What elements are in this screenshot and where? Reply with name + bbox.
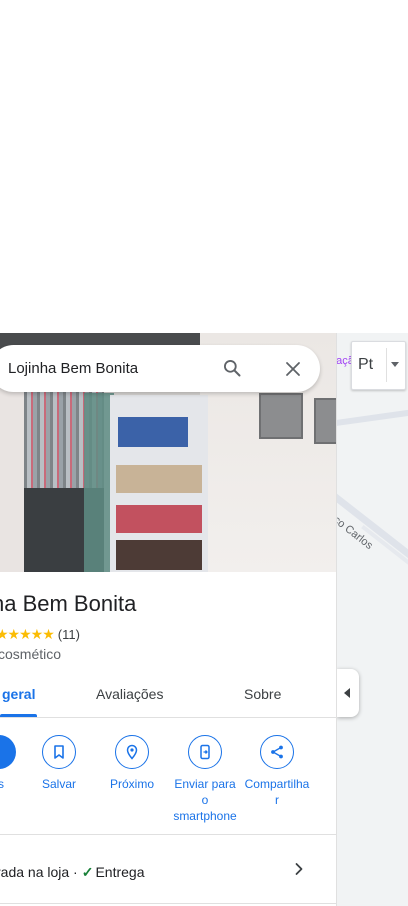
- save-button[interactable]: [42, 735, 76, 769]
- place-title: ha Bem Bonita: [0, 591, 137, 616]
- tab-reviews[interactable]: Avaliações: [96, 686, 163, 702]
- map-road: [336, 404, 408, 428]
- active-tab-indicator: [0, 714, 37, 717]
- search-box[interactable]: Lojinha Bem Bonita: [0, 345, 320, 392]
- photo-product: [116, 465, 202, 493]
- send-label-line: smartphone: [173, 809, 237, 823]
- tab-overview[interactable]: geral: [2, 686, 35, 702]
- directions-label[interactable]: s: [0, 776, 4, 792]
- tab-bar: geral Avaliações Sobre: [0, 673, 336, 718]
- photo-door: [0, 373, 24, 572]
- rating-row[interactable]: ★★★★★ (11): [0, 626, 80, 643]
- share-label-line: Compartilha: [244, 777, 310, 791]
- search-icon[interactable]: [222, 358, 242, 378]
- send-label-line: Enviar para: [174, 777, 236, 791]
- chevron-down-icon[interactable]: [391, 362, 399, 367]
- divider: [0, 834, 336, 835]
- nearby-button[interactable]: [115, 735, 149, 769]
- chevron-left-icon: [344, 688, 350, 698]
- photo-product: [118, 417, 188, 447]
- nearby-label[interactable]: Próximo: [104, 776, 160, 792]
- place-category[interactable]: cosmético: [0, 646, 61, 662]
- rating-stars: ★★★★★: [0, 626, 55, 642]
- share-icon: [271, 745, 283, 759]
- divider: [386, 348, 387, 382]
- collapse-panel-button[interactable]: [337, 669, 359, 717]
- bookmark-icon: [54, 745, 64, 759]
- photo-shelf-center: [110, 395, 208, 572]
- chevron-right-icon[interactable]: [292, 862, 306, 876]
- service-options: rada na loja · ✓ Entrega: [0, 864, 145, 881]
- review-count[interactable]: (11): [58, 627, 80, 642]
- check-icon: ✓: [81, 864, 94, 880]
- nearby-location-icon: [126, 744, 138, 760]
- photo-product: [116, 505, 202, 533]
- photo-meter: [314, 398, 336, 444]
- map-layers-button[interactable]: Pt: [351, 341, 406, 390]
- save-label[interactable]: Salvar: [40, 776, 78, 792]
- close-icon[interactable]: [284, 360, 302, 378]
- in-store-pickup-text: rada na loja ·: [0, 864, 78, 880]
- send-to-phone-label[interactable]: Enviar para o smartphone: [166, 776, 244, 824]
- share-label-line: r: [275, 793, 279, 807]
- send-to-phone-icon: [200, 744, 210, 760]
- share-label[interactable]: Compartilha r: [238, 776, 316, 808]
- layers-label: Pt: [358, 356, 374, 373]
- send-label-line: o: [201, 793, 209, 807]
- photo-product: [116, 540, 202, 570]
- search-input[interactable]: Lojinha Bem Bonita: [8, 360, 138, 377]
- place-panel: Lojinha Bem Bonita ha Bem Bonita ★★★★★ (1…: [0, 333, 337, 906]
- tab-about[interactable]: Sobre: [244, 686, 281, 702]
- divider: [0, 903, 336, 904]
- delivery-text: Entrega: [95, 864, 145, 880]
- map-view[interactable]: isco Carlos baçã: [336, 333, 408, 906]
- photo-meter: [259, 393, 303, 439]
- directions-button[interactable]: [0, 735, 16, 769]
- share-button[interactable]: [260, 735, 294, 769]
- send-to-phone-button[interactable]: [188, 735, 222, 769]
